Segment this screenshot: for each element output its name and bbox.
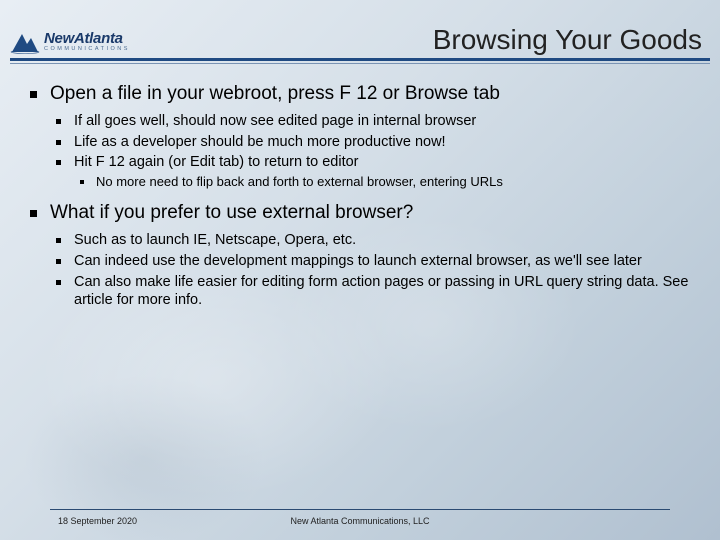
bullet-list-lvl3: No more need to flip back and forth to e… [74,174,690,191]
list-item: If all goes well, should now see edited … [50,112,690,131]
bullet-list-lvl1: Open a file in your webroot, press F 12 … [22,82,690,310]
list-item-text: Can indeed use the development mappings … [74,253,642,269]
footer-divider [50,509,670,510]
list-item: Hit F 12 again (or Edit tab) to return t… [50,153,690,191]
logo: NewAtlanta COMMUNICATIONS [10,30,130,58]
footer-spacer [472,516,690,526]
slide-footer: 18 September 2020 New Atlanta Communicat… [0,509,720,526]
footer-org: New Atlanta Communications, LLC [248,516,472,526]
list-item-text: No more need to flip back and forth to e… [96,174,503,189]
list-item-text: Life as a developer should be much more … [74,134,446,150]
list-item-text: Can also make life easier for editing fo… [74,274,688,309]
slide: NewAtlanta COMMUNICATIONS Browsing Your … [0,0,720,540]
list-item-text: What if you prefer to use external brows… [50,202,413,223]
list-item-text: If all goes well, should now see edited … [74,113,476,129]
list-item: Such as to launch IE, Netscape, Opera, e… [50,231,690,250]
logo-main-text: NewAtlanta [44,31,130,46]
logo-sub-text: COMMUNICATIONS [44,47,130,53]
list-item: Can also make life easier for editing fo… [50,273,690,311]
slide-content: Open a file in your webroot, press F 12 … [0,64,720,540]
list-item-text: Hit F 12 again (or Edit tab) to return t… [74,154,359,170]
slide-title: Browsing Your Goods [433,24,702,58]
list-item-text: Open a file in your webroot, press F 12 … [50,83,500,104]
list-item: What if you prefer to use external brows… [22,201,690,310]
list-item-text: Such as to launch IE, Netscape, Opera, e… [74,232,356,248]
logo-mark-icon [10,30,40,54]
bullet-list-lvl2: Such as to launch IE, Netscape, Opera, e… [50,231,690,310]
logo-text: NewAtlanta COMMUNICATIONS [44,31,130,53]
slide-header: NewAtlanta COMMUNICATIONS Browsing Your … [0,0,720,58]
list-item: Can indeed use the development mappings … [50,252,690,271]
list-item: No more need to flip back and forth to e… [74,174,690,191]
footer-date: 18 September 2020 [30,516,248,526]
list-item: Life as a developer should be much more … [50,133,690,152]
bullet-list-lvl2: If all goes well, should now see edited … [50,112,690,191]
list-item: Open a file in your webroot, press F 12 … [22,82,690,191]
